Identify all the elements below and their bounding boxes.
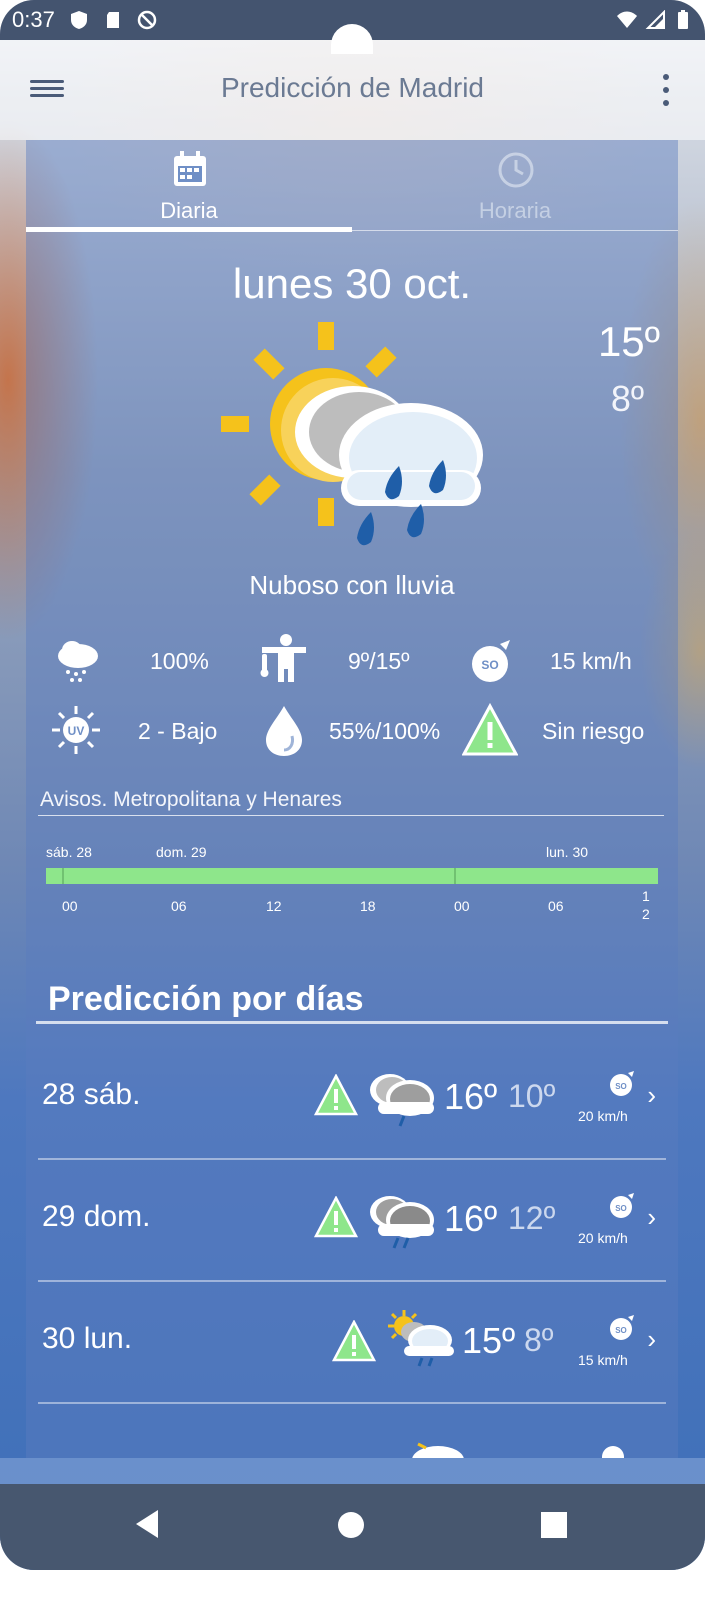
cloudy-rain-icon: [370, 1074, 434, 1127]
day-row[interactable]: [38, 1404, 666, 1458]
daily-forecast-title: Predicción por días: [48, 980, 364, 1018]
humidity-icon: [266, 706, 302, 756]
chevron-right-icon[interactable]: ›: [647, 1324, 656, 1355]
uv-index-icon: UV: [52, 706, 100, 754]
daily-forecast-divider: [36, 1021, 668, 1024]
warning-icon: [314, 1074, 358, 1116]
wind-badge: SO: [615, 1204, 627, 1213]
day-row[interactable]: 29 dom. 16º 12º SO 20 km/h ›: [38, 1160, 666, 1282]
warning-icon: [462, 702, 518, 756]
stats-row-2: UV 2 - Bajo 55%/100% Sin riesgo: [26, 702, 678, 762]
tab-diaria-label: Diaria: [160, 198, 218, 223]
phone-screen: 0:37 Predicción de Madrid Diaria Horaria…: [0, 0, 705, 1570]
more-options-icon[interactable]: [658, 74, 674, 106]
clock-icon: [498, 152, 534, 188]
day-name: 30 lun.: [42, 1322, 133, 1355]
day-wind-speed: 15 km/h: [578, 1352, 628, 1368]
day-wind-speed: 20 km/h: [578, 1108, 628, 1124]
day-min-temp: 8º: [524, 1322, 554, 1358]
wind-icon: SO: [472, 640, 510, 682]
scroll-edge: [0, 1458, 705, 1484]
rain-probability-value: 100%: [150, 648, 209, 674]
timeline-hour-label: 06: [171, 898, 187, 914]
timeline-hour-label: 18: [360, 898, 376, 914]
day-max-temp: 15º: [462, 1320, 516, 1361]
timeline-hour-label: 00: [454, 898, 470, 914]
tab-divider: [352, 230, 678, 231]
wind-icon: [602, 1446, 624, 1458]
battery-icon: [678, 10, 688, 29]
tab-horaria-label: Horaria: [478, 198, 552, 223]
today-min-temp: 8º: [610, 378, 644, 419]
timeline-hour-label: 12: [266, 898, 282, 914]
tab-bar: Diaria Horaria: [26, 140, 678, 234]
uv-index-value: 2 - Bajo: [138, 718, 218, 744]
shield-icon: [70, 11, 87, 29]
timeline-hour-label: 00: [62, 898, 78, 914]
day-wind-speed: 20 km/h: [578, 1230, 628, 1246]
wind-icon: SO: [610, 1193, 634, 1218]
status-time: 0:37: [12, 7, 55, 32]
warning-icon: [314, 1196, 358, 1238]
partly-cloudy-icon: [412, 1442, 464, 1458]
timeline-day-label: dom. 29: [156, 844, 207, 860]
day-row[interactable]: 30 lun. 15º 8º SO 15 km/h ›: [38, 1282, 666, 1404]
wifi-icon: [617, 11, 637, 28]
app-title: Predicción de Madrid: [220, 72, 485, 103]
wind-badge: SO: [615, 1082, 627, 1091]
rain-probability-icon: [58, 641, 98, 682]
day-max-temp: 16º: [444, 1076, 498, 1117]
alerts-title: Avisos. Metropolitana y Henares: [40, 788, 342, 811]
forecast-date: lunes 30 oct.: [232, 260, 472, 307]
tab-diaria[interactable]: Diaria: [26, 140, 352, 234]
recents-icon[interactable]: [541, 1512, 567, 1538]
tab-horaria[interactable]: Horaria: [352, 140, 678, 234]
wind-badge: SO: [615, 1326, 627, 1335]
calendar-icon: [174, 151, 206, 186]
alerts-divider: [38, 815, 664, 816]
partly-cloudy-rain-icon: [388, 1310, 454, 1367]
wind-icon: SO: [610, 1071, 634, 1096]
tab-indicator: [26, 227, 352, 232]
warning-value: Sin riesgo: [542, 718, 645, 744]
thermal-sensation-icon: [260, 634, 306, 682]
thermal-sensation-value: 9º/15º: [348, 648, 410, 674]
cloudy-rain-icon: [370, 1196, 434, 1249]
svg-text:UV: UV: [68, 724, 85, 738]
day-min-temp: 12º: [508, 1200, 556, 1236]
today-max-temp: 15º: [597, 318, 660, 365]
weather-condition: Nuboso con lluvia: [249, 570, 455, 600]
timeline-day-label: lun. 30: [546, 844, 589, 860]
chevron-right-icon[interactable]: ›: [647, 1202, 656, 1233]
timeline-hour-label: 1: [642, 888, 650, 904]
day-max-temp: 16º: [444, 1198, 498, 1239]
day-name: 29 dom.: [42, 1200, 151, 1233]
wind-value: 15 km/h: [550, 648, 632, 674]
warning-icon: [332, 1320, 376, 1362]
timeline-day-label: sáb. 28: [46, 844, 92, 860]
stats-row-1: 100% 9º/15º SO 15 km/h: [26, 632, 678, 692]
home-icon[interactable]: [338, 1512, 364, 1538]
alerts-timeline-bar[interactable]: [46, 868, 658, 884]
day-row[interactable]: 28 sáb. 16º 10º SO 20 km/h ›: [38, 1038, 666, 1160]
partly-cloudy-rain-icon: [221, 322, 483, 546]
signal-icon: [645, 10, 665, 29]
forecast-panel: Diaria Horaria lunes 30 oct. 15º 8º Nubo…: [26, 140, 678, 1458]
timeline-hour-label: 06: [548, 898, 564, 914]
day-min-temp: 10º: [508, 1078, 556, 1114]
svg-text:SO: SO: [481, 658, 498, 672]
day-name: 28 sáb.: [42, 1078, 141, 1111]
sd-card-icon: [106, 12, 119, 28]
timeline-hour-label: 2: [642, 906, 650, 922]
no-disturb-icon: [137, 10, 157, 30]
humidity-value: 55%/100%: [329, 718, 441, 744]
chevron-right-icon[interactable]: ›: [647, 1080, 656, 1111]
wind-icon: SO: [610, 1315, 634, 1340]
back-icon[interactable]: [136, 1510, 158, 1538]
